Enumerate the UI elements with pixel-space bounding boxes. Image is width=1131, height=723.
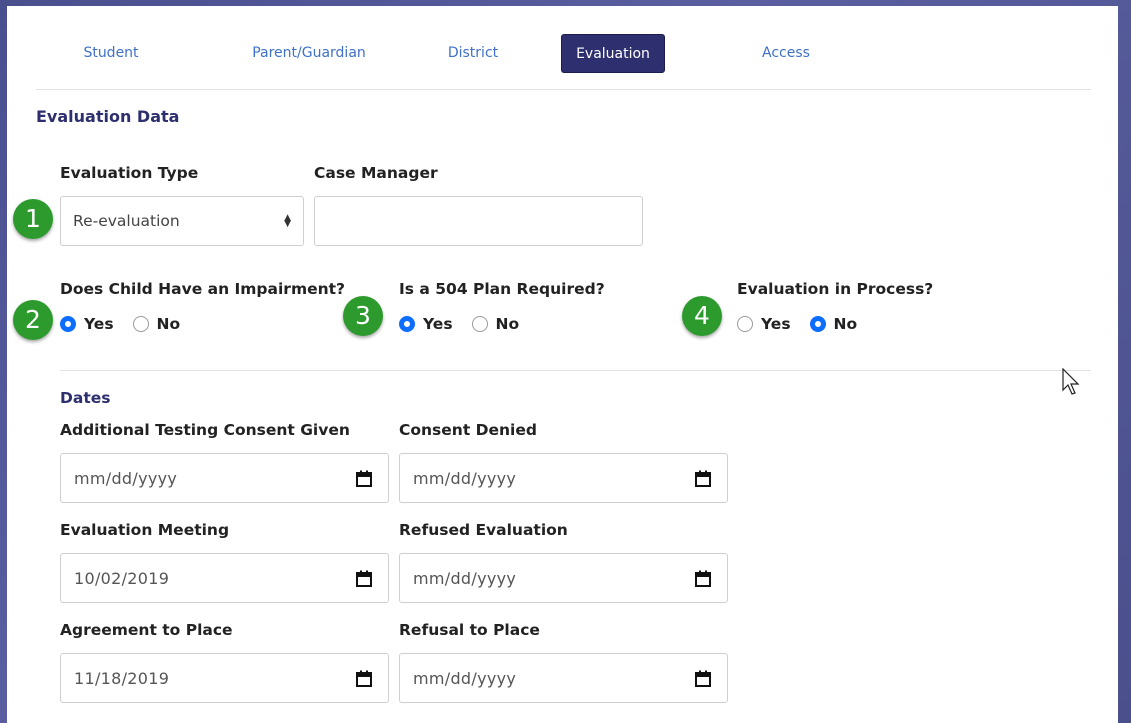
impairment-label: Does Child Have an Impairment? [60,280,346,298]
tab-district[interactable]: District [432,34,514,73]
radio-unselected-icon[interactable] [132,316,149,332]
additional-testing-label: Additional Testing Consent Given [60,421,350,439]
select-caret-icon: ▲ ▼ [284,213,291,229]
mouse-pointer-icon [1062,368,1080,395]
tab-bar: Student Parent/Guardian District Evaluat… [7,6,1118,96]
date-value: mm/dd/yyyy [413,468,517,488]
plan504-radio-group: Yes No [399,315,538,333]
case-manager-input[interactable] [314,196,643,246]
in-process-yes-option[interactable]: Yes [737,315,791,333]
plan504-yes-option[interactable]: Yes [399,315,453,333]
date-value: mm/dd/yyyy [413,568,517,588]
impairment-no-option[interactable]: No [132,315,181,333]
refused-evaluation-date-input[interactable]: mm/dd/yyyy [399,553,728,603]
plan504-yes-label: Yes [423,315,453,333]
in-process-no-option[interactable]: No [809,315,858,333]
calendar-icon[interactable] [695,670,711,687]
impairment-yes-label: Yes [84,315,114,333]
calendar-icon[interactable] [695,570,711,587]
calendar-icon[interactable] [356,470,372,487]
callout-badge-1: 1 [13,199,53,239]
evaluation-meeting-label: Evaluation Meeting [60,521,230,539]
form-panel: Student Parent/Guardian District Evaluat… [7,6,1118,723]
date-value: mm/dd/yyyy [74,468,178,488]
in-process-radio-group: Yes No [737,315,876,333]
evaluation-meeting-date-input[interactable]: 10/02/2019 [60,553,389,603]
tab-access[interactable]: Access [747,34,825,73]
callout-badge-4: 4 [682,296,722,336]
date-value: 11/18/2019 [74,668,170,688]
impairment-radio-group: Yes No [60,315,199,333]
tab-parent-guardian[interactable]: Parent/Guardian [240,34,378,73]
plan504-no-label: No [495,315,520,333]
callout-badge-3: 3 [343,296,383,336]
date-value: 10/02/2019 [74,568,170,588]
in-process-label: Evaluation in Process? [737,280,934,298]
impairment-yes-option[interactable]: Yes [60,315,114,333]
consent-denied-label: Consent Denied [399,421,537,439]
impairment-no-label: No [156,315,181,333]
evaluation-type-select[interactable]: Re-evaluation ▲ ▼ [60,196,304,246]
tab-evaluation[interactable]: Evaluation [561,34,665,73]
radio-unselected-icon[interactable] [471,316,488,332]
refused-evaluation-label: Refused Evaluation [399,521,568,539]
additional-testing-date-input[interactable]: mm/dd/yyyy [60,453,389,503]
in-process-yes-label: Yes [761,315,791,333]
tab-student[interactable]: Student [71,34,151,73]
calendar-icon[interactable] [356,570,372,587]
section-divider [60,370,1091,371]
agreement-to-place-date-input[interactable]: 11/18/2019 [60,653,389,703]
refusal-to-place-label: Refusal to Place [399,621,540,639]
radio-unselected-icon[interactable] [737,316,753,332]
radio-selected-icon[interactable] [809,316,826,332]
calendar-icon[interactable] [695,470,711,487]
radio-selected-icon[interactable] [399,316,415,332]
tab-divider [36,89,1091,90]
consent-denied-date-input[interactable]: mm/dd/yyyy [399,453,728,503]
radio-selected-icon[interactable] [60,316,76,332]
refusal-to-place-date-input[interactable]: mm/dd/yyyy [399,653,728,703]
plan504-label: Is a 504 Plan Required? [399,280,605,298]
calendar-icon[interactable] [356,670,372,687]
callout-badge-2: 2 [13,300,53,340]
section-title: Evaluation Data [36,107,180,126]
evaluation-type-label: Evaluation Type [60,164,199,182]
plan504-no-option[interactable]: No [471,315,520,333]
case-manager-label: Case Manager [314,164,438,182]
dates-title: Dates [60,389,111,407]
date-value: mm/dd/yyyy [413,668,517,688]
evaluation-type-value: Re-evaluation [73,212,180,230]
in-process-no-label: No [833,315,858,333]
agreement-to-place-label: Agreement to Place [60,621,233,639]
